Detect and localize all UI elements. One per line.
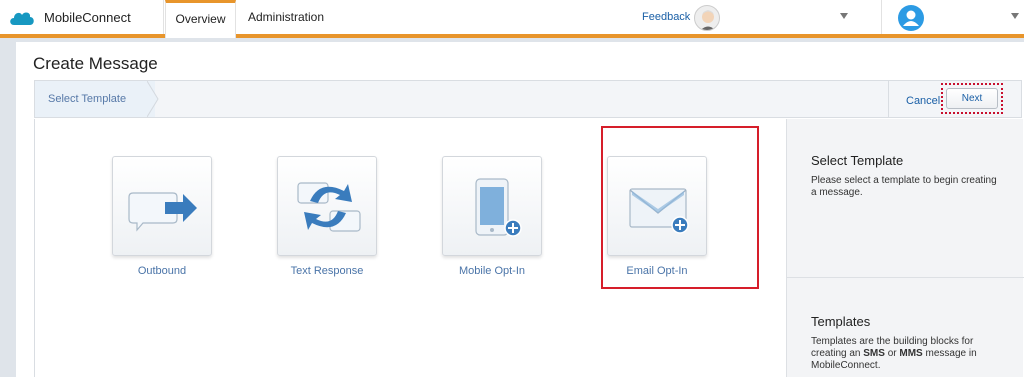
text-response-icon <box>297 182 361 232</box>
sidebar-heading: Templates <box>811 314 871 329</box>
page-gutter <box>0 0 10 377</box>
salesforce-cloud-icon <box>10 12 34 25</box>
wizard-step-label: Select Template <box>48 93 127 105</box>
top-bar: MobileConnect Overview Administration Fe… <box>0 0 1024 38</box>
template-label[interactable]: Mobile Opt-In <box>417 265 567 277</box>
step-arrow-icon <box>147 81 159 117</box>
template-label[interactable]: Outbound <box>87 265 237 277</box>
page-container: Create Message Select Template Cancel Ne… <box>16 42 1024 377</box>
user-avatar-icon[interactable] <box>898 5 924 31</box>
divider <box>787 277 1024 278</box>
email-opt-in-highlight <box>601 126 759 289</box>
wizard-bar: Select Template Cancel Next <box>34 80 1022 118</box>
template-tile-outbound[interactable] <box>112 156 212 256</box>
next-button-highlight: Next <box>941 83 1003 114</box>
mobile-opt-in-icon <box>475 178 522 237</box>
sidebar-heading: Select Template <box>811 153 904 168</box>
tab-administration[interactable]: Administration <box>248 0 324 34</box>
next-button[interactable]: Next <box>946 88 998 109</box>
chevron-down-icon[interactable] <box>840 13 848 19</box>
divider <box>163 0 164 34</box>
outbound-message-icon <box>128 192 197 232</box>
page-title: Create Message <box>33 54 158 73</box>
template-tile-text-response[interactable] <box>277 156 377 256</box>
agent-avatar-icon[interactable] <box>694 5 720 31</box>
divider <box>881 0 882 34</box>
sidebar-text: Templates are the building blocks for cr… <box>811 336 977 371</box>
cancel-button[interactable]: Cancel <box>906 95 940 107</box>
divider <box>888 81 889 117</box>
app-name: MobileConnect <box>44 10 131 25</box>
wizard-step-select-template: Select Template <box>35 81 155 117</box>
template-area: Outbound Text Response Mobile Opt-In Ema… <box>34 119 1024 377</box>
template-label[interactable]: Text Response <box>252 265 402 277</box>
tab-overview[interactable]: Overview <box>165 0 236 38</box>
help-sidebar: Select Template Please select a template… <box>786 119 1024 377</box>
sidebar-text: Please select a template to begin creati… <box>811 175 997 198</box>
template-tile-mobile-opt-in[interactable] <box>442 156 542 256</box>
chevron-down-icon[interactable] <box>1011 13 1019 19</box>
feedback-link[interactable]: Feedback <box>642 11 690 23</box>
